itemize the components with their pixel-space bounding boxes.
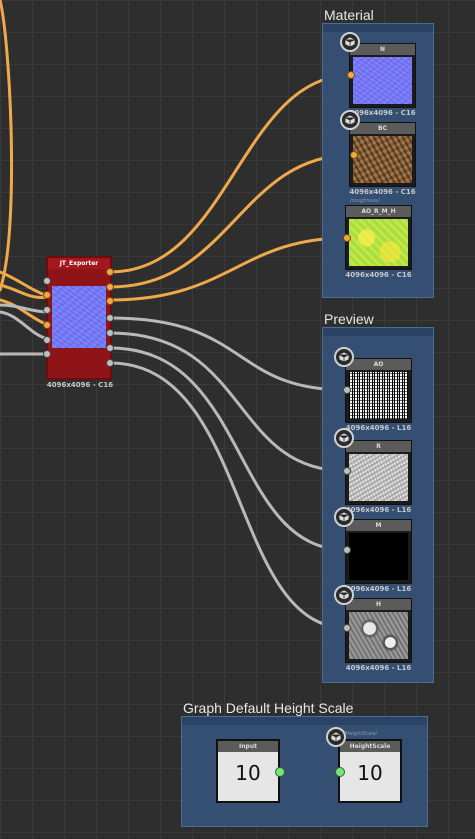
node-label: HeightScale [340,741,400,752]
wire-in-gray-1 [0,303,50,314]
output-port[interactable] [106,268,114,276]
wire-in-gray-2 [0,310,50,341]
wire-out-basecolor [108,153,354,289]
input-port[interactable] [343,386,351,394]
frame-header [182,717,427,725]
cube-icon[interactable] [340,110,360,130]
cube-icon[interactable] [334,428,354,448]
normal-thumbnail [353,57,412,104]
wire-out-r [108,331,349,473]
ao-thumbnail [349,372,408,419]
wire-in-orange-3 [0,283,50,300]
node-label: H [346,599,411,610]
input-port[interactable] [43,336,51,344]
node-resolution: 4096x4096 - C16 [46,381,114,389]
roughness-thumbnail [349,454,408,501]
node-label: JT_Exporter [48,258,110,269]
node-label: AO_R_M_H [346,206,411,217]
wire-out-normal [108,73,354,274]
frame-title-preview: Preview [324,311,374,327]
cube-icon[interactable] [334,347,354,367]
input-port[interactable] [350,151,358,159]
node-resolution: 4096x4096 - L16 [345,506,412,514]
node-label: N [350,44,415,55]
node-resolution: 4096x4096 - L16 [345,424,412,432]
input-port[interactable] [43,277,51,285]
node-resolution: 4096x4096 - L16 [345,585,412,593]
node-metallic[interactable]: M [345,519,412,584]
node-subtitle: /HeightScale/ [344,731,378,737]
input-port[interactable] [335,767,345,777]
node-label: BC [350,123,415,134]
node-resolution: 4096x4096 - C16 [349,188,416,196]
node-label: M [346,520,411,531]
input-port[interactable] [43,291,51,299]
cube-icon[interactable] [334,585,354,605]
input-port[interactable] [43,350,51,358]
frame-header [323,328,433,336]
frame-header [323,24,433,32]
node-label: AO [346,359,411,370]
input-port[interactable] [347,71,355,79]
output-port[interactable] [106,344,114,352]
node-ao[interactable]: AO [345,358,412,423]
node-basecolor[interactable]: BC [349,122,416,187]
node-jt-exporter[interactable]: JT_Exporter [46,256,112,380]
metallic-thumbnail [349,533,408,580]
input-port[interactable] [43,321,51,329]
input-port[interactable] [343,234,351,242]
frame-title-height-scale: Graph Default Height Scale [183,700,354,716]
wire-in-orange-1 [0,0,14,292]
cube-icon[interactable] [340,32,360,52]
wire-in-orange-2 [0,270,50,298]
aormh-thumbnail [349,219,408,266]
wire-out-ao [108,316,349,392]
input-port[interactable] [343,467,351,475]
input-port[interactable] [343,624,351,632]
wire-in-orange-4 [0,298,50,327]
cube-icon[interactable] [334,507,354,527]
node-normal[interactable]: N [349,43,416,108]
node-subtitle: /roughness/ [350,198,380,204]
input-value[interactable]: 10 [218,761,278,785]
wire-out-aormh [108,236,349,302]
node-resolution: 4096x4096 - L16 [345,664,412,672]
node-height[interactable]: H [345,598,412,663]
output-port[interactable] [106,314,114,322]
wire-out-h [108,361,349,630]
exporter-thumbnail [52,286,106,348]
node-aormh[interactable]: AO_R_M_H [345,205,412,270]
wire-out-m [108,346,349,552]
output-port[interactable] [106,283,114,291]
output-port[interactable] [106,297,114,305]
output-port[interactable] [106,329,114,337]
cube-icon[interactable] [326,727,346,747]
output-port[interactable] [275,767,285,777]
node-roughness[interactable]: R [345,440,412,505]
height-thumbnail [349,612,408,659]
node-heightscale[interactable]: HeightScale 10 [338,739,402,803]
basecolor-thumbnail [353,136,412,183]
input-port[interactable] [343,546,351,554]
frame-title-material: Material [324,7,374,23]
node-resolution: 4096x4096 - C16 [345,271,412,279]
input-port[interactable] [43,306,51,314]
node-label: R [346,441,411,452]
node-input[interactable]: Input 10 [216,739,280,803]
output-port[interactable] [106,359,114,367]
node-label: Input [218,741,278,752]
heightscale-value[interactable]: 10 [340,761,400,785]
